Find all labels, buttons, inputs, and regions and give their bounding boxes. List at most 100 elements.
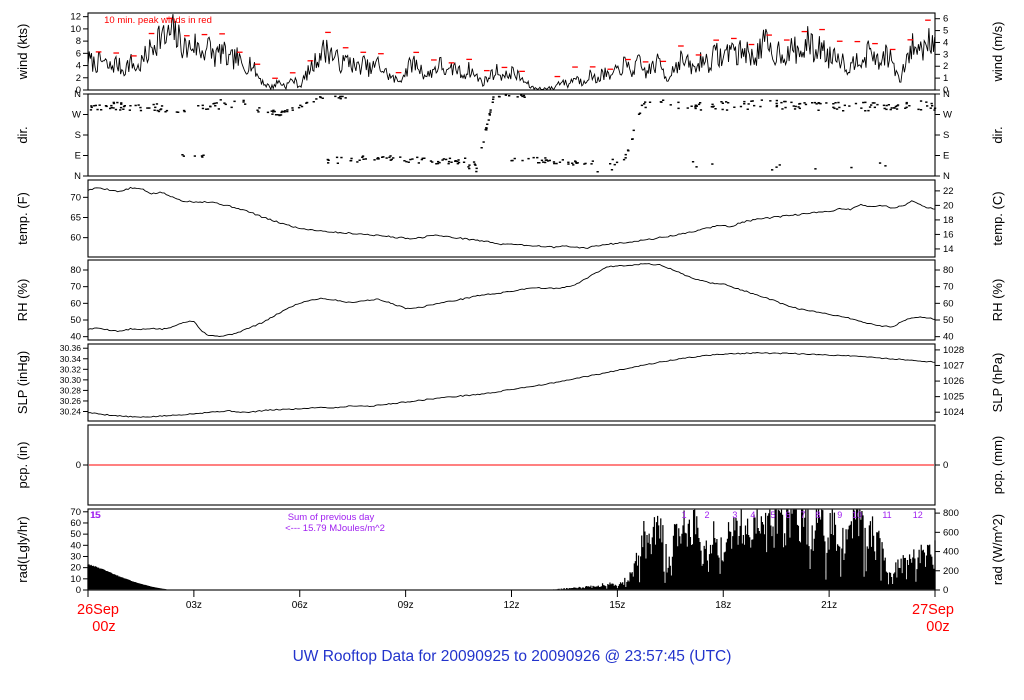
dir-dot bbox=[775, 166, 778, 168]
dir-dot bbox=[291, 107, 294, 109]
dir-dot bbox=[160, 105, 164, 107]
dir-dot bbox=[896, 104, 900, 106]
right-tick-label-wind: 1 bbox=[943, 73, 948, 84]
left-tick-label-slp: 30.32 bbox=[60, 364, 82, 374]
dir-dot bbox=[516, 96, 519, 98]
x-axis-tick-label: 09z bbox=[398, 600, 414, 611]
panel-box-wind bbox=[87, 12, 936, 91]
right-tick-label-temp: 18 bbox=[943, 215, 954, 226]
mj-marker: 2 bbox=[705, 510, 710, 520]
x-axis-tick-label: 15z bbox=[609, 600, 625, 611]
dir-dot bbox=[882, 104, 886, 107]
x-axis-start-date: 26Sep bbox=[77, 602, 119, 618]
left-axis-title-slp: SLP (inHg) bbox=[15, 351, 30, 414]
dir-dot bbox=[784, 106, 787, 109]
dir-dot bbox=[480, 147, 483, 149]
dir-dot bbox=[626, 149, 630, 151]
dir-dot bbox=[120, 103, 123, 105]
left-tick-label-wind: 8 bbox=[76, 36, 81, 47]
dir-dot bbox=[867, 109, 870, 112]
dir-dot bbox=[611, 158, 614, 161]
left-axis-title-wind: wind (kts) bbox=[15, 24, 30, 81]
dir-dot bbox=[205, 108, 208, 110]
dir-dot bbox=[538, 162, 541, 164]
dir-dot bbox=[417, 162, 420, 164]
dir-dot bbox=[638, 112, 642, 114]
right-tick-label-rad: 0 bbox=[943, 585, 948, 596]
dir-dot bbox=[904, 107, 907, 109]
dir-dot bbox=[555, 162, 558, 165]
dir-dot bbox=[447, 160, 451, 163]
left-tick-label-dir: N bbox=[74, 171, 81, 182]
left-tick-label-temp: 65 bbox=[70, 212, 81, 223]
dir-dot bbox=[714, 108, 717, 110]
dir-dot bbox=[128, 109, 131, 111]
dir-dot bbox=[123, 105, 126, 107]
dir-dot bbox=[835, 108, 839, 110]
dir-dot bbox=[894, 105, 897, 108]
dir-dot bbox=[590, 163, 593, 165]
dir-dot bbox=[376, 158, 379, 160]
right-tick-label-rad: 400 bbox=[943, 547, 959, 558]
dir-dot bbox=[437, 160, 440, 163]
dir-dot bbox=[201, 156, 204, 158]
dir-dot bbox=[213, 102, 216, 105]
dir-dot bbox=[721, 102, 724, 104]
dir-dot bbox=[486, 123, 489, 125]
mj-marker: 4 bbox=[750, 510, 755, 520]
dir-dot bbox=[930, 102, 933, 105]
right-axis-title-rh: RH (%) bbox=[990, 279, 1005, 322]
dir-dot bbox=[521, 95, 524, 98]
dir-dot bbox=[815, 103, 818, 105]
dir-dot bbox=[266, 111, 270, 114]
dir-dot bbox=[448, 157, 452, 160]
left-axis-title-rad: rad(Lgly/hr) bbox=[15, 516, 30, 582]
dir-dot bbox=[485, 127, 488, 129]
dir-dot bbox=[854, 102, 858, 105]
dir-dot bbox=[694, 104, 697, 106]
mj-marker: 9 bbox=[837, 510, 842, 520]
dir-dot bbox=[781, 108, 784, 110]
dir-dot bbox=[783, 100, 786, 103]
left-tick-label-dir: W bbox=[72, 110, 81, 121]
mj-marker: 12 bbox=[913, 510, 923, 520]
dir-dot bbox=[876, 103, 879, 106]
dir-dot bbox=[146, 107, 149, 109]
right-tick-label-slp: 1028 bbox=[943, 345, 964, 356]
dir-dot bbox=[513, 157, 516, 160]
dir-dot bbox=[90, 106, 93, 109]
dir-dot bbox=[814, 168, 817, 170]
left-tick-label-wind: 4 bbox=[76, 61, 81, 72]
dir-dot bbox=[291, 109, 294, 111]
dir-dot bbox=[919, 100, 923, 102]
dir-dot bbox=[431, 161, 434, 163]
left-tick-label-rad: 20 bbox=[70, 563, 81, 574]
dir-dot bbox=[112, 101, 115, 104]
dir-dot bbox=[862, 101, 865, 104]
dir-dot bbox=[929, 107, 932, 109]
dir-dot bbox=[803, 102, 806, 104]
dir-dot bbox=[361, 156, 364, 158]
plot-area: 0246810120123456wind (kts) wind (m/s)NESW… bbox=[15, 12, 1005, 611]
mj-marker: 10 bbox=[852, 510, 862, 520]
left-tick-label-slp: 30.26 bbox=[60, 396, 82, 406]
dir-dot bbox=[312, 101, 315, 103]
dir-dot bbox=[677, 101, 680, 104]
dir-dot bbox=[547, 160, 550, 162]
left-tick-label-rh: 80 bbox=[70, 265, 81, 276]
dir-dot bbox=[155, 103, 159, 105]
dir-dot bbox=[278, 114, 281, 117]
dir-dot bbox=[362, 158, 365, 160]
dir-dot bbox=[474, 164, 477, 166]
dir-dot bbox=[873, 106, 876, 109]
dir-dot bbox=[164, 111, 167, 113]
dir-dot bbox=[572, 164, 575, 166]
dir-dot bbox=[721, 108, 724, 111]
right-axis-title-rad: rad (W/m^2) bbox=[990, 514, 1005, 585]
dir-dot bbox=[392, 157, 395, 159]
rad-sum-label-line1: Sum of previous day bbox=[288, 512, 375, 523]
mj-marker: 7 bbox=[801, 510, 806, 520]
dir-dot bbox=[769, 100, 772, 102]
dir-dot bbox=[596, 171, 599, 173]
dir-dot bbox=[403, 160, 406, 162]
